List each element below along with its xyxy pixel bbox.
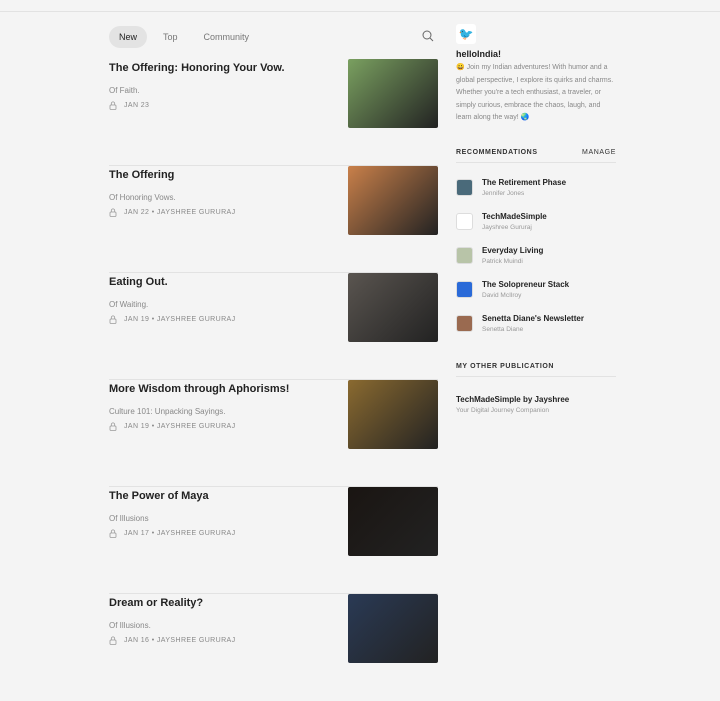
post-meta: JAN 19 • JAYSHREE GURURAJ: [109, 315, 236, 324]
post-meta: JAN 23: [109, 101, 149, 110]
lock-icon: [109, 101, 117, 110]
post-meta: JAN 19 • JAYSHREE GURURAJ: [109, 422, 236, 431]
post-item[interactable]: More Wisdom through Aphorisms! Culture 1…: [109, 380, 438, 487]
recommendation-logo: [456, 179, 473, 196]
recommendations-list: The Retirement Phase Jennifer Jones TechMa…: [456, 171, 616, 341]
sidebar: 🐦 helloIndia! 😀 Join my Indian adventure…: [456, 24, 616, 414]
lock-icon: [109, 529, 117, 538]
post-title[interactable]: Eating Out.: [109, 276, 334, 288]
post-title[interactable]: The Offering: [109, 169, 334, 181]
post-date-author: JAN 17 • JAYSHREE GURURAJ: [124, 530, 236, 537]
other-publication-title: TechMadeSimple by Jayshree: [456, 394, 570, 404]
post-thumbnail[interactable]: [348, 273, 438, 342]
post-item[interactable]: The Offering Of Honoring Vows. JAN 22 • …: [109, 166, 438, 273]
post-subtitle: Of Illusions: [109, 514, 149, 523]
lock-icon: [109, 208, 117, 217]
recommendation-item[interactable]: Senetta Diane's Newsletter Senetta Diane: [456, 307, 616, 341]
recommendation-author: Patrick Muindi: [482, 258, 523, 265]
recommendation-logo: [456, 315, 473, 332]
recommendation-title: Everyday Living: [482, 246, 544, 255]
post-meta: JAN 22 • JAYSHREE GURURAJ: [109, 208, 236, 217]
recommendation-author: Jennifer Jones: [482, 190, 525, 197]
post-date-author: JAN 23: [124, 102, 150, 109]
post-thumbnail[interactable]: [348, 380, 438, 449]
recommendation-item[interactable]: The Solopreneur Stack David McIlroy: [456, 273, 616, 307]
post-item[interactable]: The Power of Maya Of Illusions JAN 17 • …: [109, 487, 438, 594]
post-thumbnail[interactable]: [348, 166, 438, 235]
recommendation-author: Senetta Diane: [482, 326, 524, 333]
feed-tabs: New Top Community: [109, 26, 259, 48]
post-subtitle: Of Waiting.: [109, 300, 149, 309]
post-thumbnail[interactable]: [348, 59, 438, 128]
tab-new[interactable]: New: [109, 26, 148, 48]
post-item[interactable]: Eating Out. Of Waiting. JAN 19 • JAYSHRE…: [109, 273, 438, 380]
recommendation-title: TechMadeSimple: [482, 212, 547, 221]
post-title[interactable]: The Offering: Honoring Your Vow.: [109, 62, 334, 74]
post-title[interactable]: The Power of Maya: [109, 490, 334, 502]
post-feed: The Offering: Honoring Your Vow. Of Fait…: [109, 59, 438, 701]
post-subtitle: Culture 101: Unpacking Sayings.: [109, 407, 226, 416]
tab-top[interactable]: Top: [153, 26, 188, 48]
post-title[interactable]: More Wisdom through Aphorisms!: [109, 383, 334, 395]
publication-avatar[interactable]: 🐦: [456, 24, 476, 44]
lock-icon: [109, 315, 117, 324]
post-subtitle: Of Faith.: [109, 86, 140, 95]
other-publication-subtitle: Your Digital Journey Companion: [456, 406, 549, 414]
post-date-author: JAN 19 • JAYSHREE GURURAJ: [124, 316, 236, 323]
other-publication-header: MY OTHER PUBLICATION: [456, 363, 616, 377]
recommendation-logo: [456, 213, 473, 230]
publication-description: 😀 Join my Indian adventures! With humor …: [456, 64, 614, 121]
post-date-author: JAN 19 • JAYSHREE GURURAJ: [124, 423, 236, 430]
recommendation-logo: [456, 281, 473, 298]
post-subtitle: Of Illusions.: [109, 621, 151, 630]
post-title[interactable]: Dream or Reality?: [109, 597, 334, 609]
recommendations-label: RECOMMENDATIONS: [456, 148, 538, 156]
post-thumbnail[interactable]: [348, 487, 438, 556]
recommendation-title: Senetta Diane's Newsletter: [482, 314, 584, 323]
manage-button[interactable]: MANAGE: [582, 149, 616, 156]
post-date-author: JAN 22 • JAYSHREE GURURAJ: [124, 209, 236, 216]
lock-icon: [109, 422, 117, 431]
tab-community[interactable]: Community: [194, 26, 260, 48]
other-publication-link[interactable]: TechMadeSimple by Jayshree Your Digital …: [456, 395, 616, 414]
publication-name: helloIndia!: [456, 49, 501, 59]
recommendation-author: Jayshree Gururaj: [482, 224, 532, 231]
top-divider: [0, 11, 720, 12]
recommendations-header: RECOMMENDATIONS MANAGE: [456, 149, 616, 163]
recommendation-item[interactable]: Everyday Living Patrick Muindi: [456, 239, 616, 273]
recommendation-title: The Retirement Phase: [482, 178, 567, 187]
post-item[interactable]: Dream or Reality? Of Illusions. JAN 16 •…: [109, 594, 438, 701]
post-meta: JAN 17 • JAYSHREE GURURAJ: [109, 529, 236, 538]
post-thumbnail[interactable]: [348, 594, 438, 663]
recommendation-item[interactable]: The Retirement Phase Jennifer Jones: [456, 171, 616, 205]
recommendation-author: David McIlroy: [482, 292, 522, 299]
other-publication-label: MY OTHER PUBLICATION: [456, 362, 555, 370]
post-item[interactable]: The Offering: Honoring Your Vow. Of Fait…: [109, 59, 438, 166]
recommendation-title: The Solopreneur Stack: [482, 280, 570, 289]
search-icon[interactable]: [422, 30, 434, 42]
recommendation-item[interactable]: TechMadeSimple Jayshree Gururaj: [456, 205, 616, 239]
recommendation-logo: [456, 247, 473, 264]
post-subtitle: Of Honoring Vows.: [109, 193, 176, 202]
